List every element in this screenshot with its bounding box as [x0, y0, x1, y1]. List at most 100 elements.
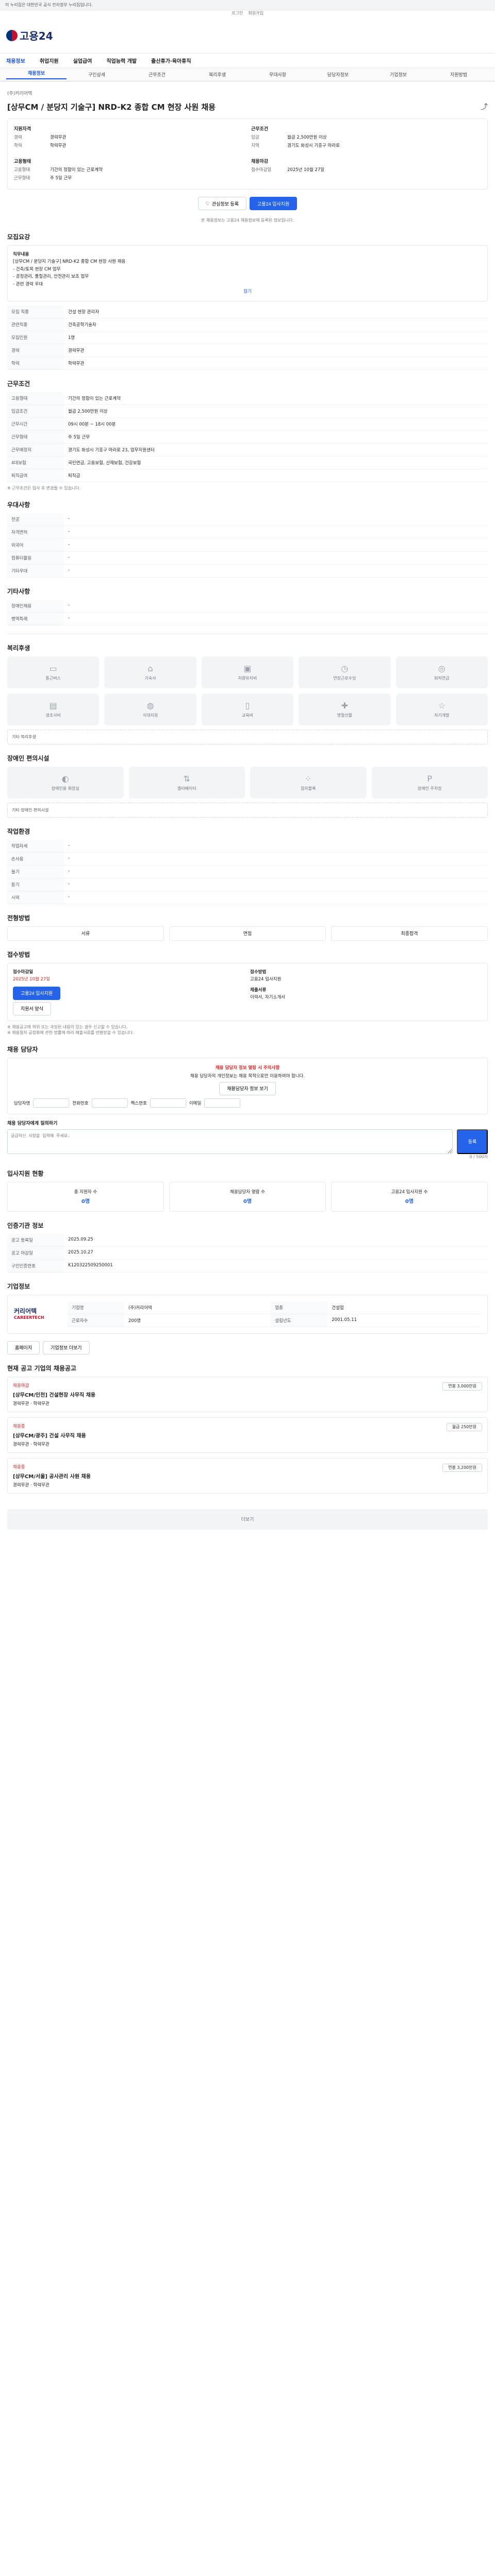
row-key: 고용형태	[7, 392, 64, 405]
related-job[interactable]: 채용중 [상무CM/광주] 건설 사무직 채용 경력무관 · 학력무관 월급 250…	[7, 1417, 488, 1453]
gnb-item-benefit[interactable]: 실업급여	[73, 57, 92, 64]
summary-value: 경력무관	[50, 135, 67, 140]
summary-value: 학력무관	[50, 143, 67, 148]
welfare-card: ▣ 차량유지비	[201, 656, 294, 688]
row-key: 손사용	[7, 852, 64, 866]
manager-warning-text: 채용 담당자의 개인정보는 채용 목적으로만 이용하여야 합니다.	[190, 1073, 305, 1079]
tab-apply[interactable]: 지원방법	[428, 71, 489, 78]
welfare-label: 차량유지비	[238, 675, 257, 681]
collapse-toggle[interactable]: 접기	[243, 289, 252, 294]
gnb-item-employment[interactable]: 취업지원	[40, 57, 59, 64]
summary-group-title: 채용마감	[251, 159, 269, 164]
gnb-item-training[interactable]: 직업능력 개발	[106, 57, 137, 64]
section-title: 전형방법	[7, 914, 30, 922]
company-section: 기업정보 커리어텍 CAREERTECH 기업명 (주)커리어텍 업종 건설업 근로자…	[7, 1282, 488, 1354]
tab-welfare[interactable]: 복리후생	[187, 71, 248, 78]
row-value: -	[64, 526, 488, 539]
section-title: 복리후생	[7, 644, 30, 652]
deadline-label: 접수마감일	[13, 969, 34, 975]
welfare-label: 경조사비	[45, 713, 61, 718]
tab-recruit[interactable]: 구인상세	[67, 71, 127, 78]
related-meta: 경력무관 · 학력무관	[13, 1401, 50, 1406]
duty-title: 직무내용	[13, 252, 29, 257]
facility-label: 엘리베이터	[177, 786, 196, 791]
tab-company[interactable]: 기업정보	[368, 71, 428, 78]
row-value: 2025.10.27	[64, 1246, 488, 1260]
summary-key: 학력	[14, 143, 22, 148]
tab-conditions[interactable]: 근무조건	[127, 71, 187, 78]
row-value: -	[64, 564, 488, 578]
login-link[interactable]: 로그인	[232, 10, 243, 18]
section-title: 근무조건	[7, 380, 30, 387]
welfare-card: ▭ 통근버스	[7, 656, 100, 688]
summary-value: 경기도 화성시 기흥구 마라로	[287, 143, 340, 148]
tab-jobs[interactable]: 채용정보	[6, 70, 67, 79]
facility-label: 장애인 주차장	[417, 786, 442, 791]
facility-label: 점자블록	[301, 786, 316, 791]
disabled-extra: 기타 장애인 편의시설	[7, 802, 488, 818]
table-row: 고용형태 기간의 정함이 있는 근로계약	[7, 392, 488, 405]
memo-submit-button[interactable]: 등록	[457, 1129, 488, 1154]
section-title: 접수방법	[7, 951, 30, 958]
apply-online-button[interactable]: 고용24 입사지원	[13, 986, 61, 1000]
company-more-button[interactable]: 기업정보 더보기	[43, 1341, 90, 1354]
row-key: 근무예정지	[7, 443, 64, 456]
manager-name-label: 담당자명	[14, 1100, 30, 1106]
welfare-card: ⌂ 기숙사	[104, 656, 196, 688]
welfare-label: 자기개발	[434, 713, 450, 718]
section-title: 채용 담당자	[7, 1045, 38, 1053]
gnb-item-jobs[interactable]: 채용정보	[6, 57, 25, 64]
site-logo[interactable]: 고용24	[6, 28, 53, 43]
row-key: 시력	[7, 891, 64, 904]
related-job[interactable]: 채용중 [상무CM/서울] 공사관리 사원 채용 경력무관 · 학력무관 연봉 3,…	[7, 1458, 488, 1494]
summary-key: 근무형태	[14, 176, 30, 181]
tab-manager[interactable]: 담당자정보	[308, 71, 368, 78]
stat-value: 0명	[243, 1199, 252, 1205]
docs-label: 제출서류	[250, 987, 267, 993]
row-value: 주 5일 근무	[64, 430, 488, 444]
row-value: 09시 00분 ~ 18시 00분	[64, 417, 488, 431]
row-key: 공고 등록일	[7, 1233, 64, 1247]
apply-button[interactable]: 고용24 입사지원	[250, 197, 298, 210]
view-manager-button[interactable]: 채용담당자 정보 보기	[219, 1081, 276, 1095]
row-key: 관련직종	[7, 318, 64, 331]
conditions-section: 근무조건 고용형태 기간의 정함이 있는 근로계약 임금조건 월급 2,500만원 …	[7, 379, 488, 491]
related-job[interactable]: 채용마감 [상무CM/인천] 건설현장 사무직 채용 경력무관 · 학력무관 연봉 …	[7, 1376, 488, 1412]
table-row: 근로자수 200명 설립년도 2001.05.11	[68, 1314, 481, 1327]
table-row: 공고 등록일 2025.09.25	[7, 1233, 488, 1247]
apply-note: ※ 채용절차 공정화에 관한 법률에 따라 제출서류를 반환받을 수 있습니다.	[7, 1030, 134, 1035]
gift-icon: ▤	[49, 700, 57, 710]
toilet-icon: ◐	[61, 773, 69, 784]
table-row: 손사용 -	[7, 852, 488, 866]
row-value: 국민연금, 고용보험, 산재보험, 건강보험	[64, 456, 488, 469]
row-value: 퇴직금	[64, 469, 488, 482]
stat-value: 0명	[81, 1199, 90, 1205]
row-key: 근무형태	[7, 430, 64, 444]
workenv-section: 작업환경 작업자세 - 손사용 - 들기 - 듣기 - 시력 -	[7, 827, 488, 904]
facility-card: P 장애인 주차장	[371, 766, 488, 799]
manager-email-field	[204, 1098, 241, 1108]
share-icon[interactable]: ⤴	[481, 101, 488, 112]
memo-input[interactable]	[7, 1129, 453, 1154]
row-key: 모집인원	[7, 331, 64, 344]
tab-prefer[interactable]: 우대사항	[248, 71, 308, 78]
table-row: 4대보험 국민연금, 고용보험, 산재보험, 건강보험	[7, 456, 488, 469]
manager-tel-field	[91, 1098, 128, 1108]
homepage-button[interactable]: 홈페이지	[7, 1341, 40, 1354]
join-link[interactable]: 회원가입	[248, 10, 263, 18]
more-bar[interactable]: 더보기	[7, 1509, 488, 1530]
manager-box: 채용 담당자 정보 열람 시 주의사항 채용 담당자의 개인정보는 채용 목적으…	[7, 1057, 488, 1114]
facility-label: 장애인용 화장실	[51, 786, 79, 791]
interest-button[interactable]: ♡ 관심정보 등록	[197, 197, 247, 210]
row-value: 건설업	[327, 1301, 481, 1314]
form-download-button[interactable]: 지원서 양식	[13, 1002, 51, 1015]
gnb-item-leave[interactable]: 출산휴가·육아휴직	[151, 57, 191, 64]
summary-value: 주 5일 근무	[50, 176, 72, 181]
row-key: 자격면허	[7, 526, 64, 539]
selection-steps: 서류 면접 최종합격	[7, 926, 488, 941]
row-value: -	[64, 865, 488, 878]
parking-icon: P	[427, 773, 433, 784]
manager-email-label: 이메일	[189, 1100, 202, 1106]
row-value: -	[64, 612, 488, 625]
clock-icon: ◷	[341, 663, 349, 673]
